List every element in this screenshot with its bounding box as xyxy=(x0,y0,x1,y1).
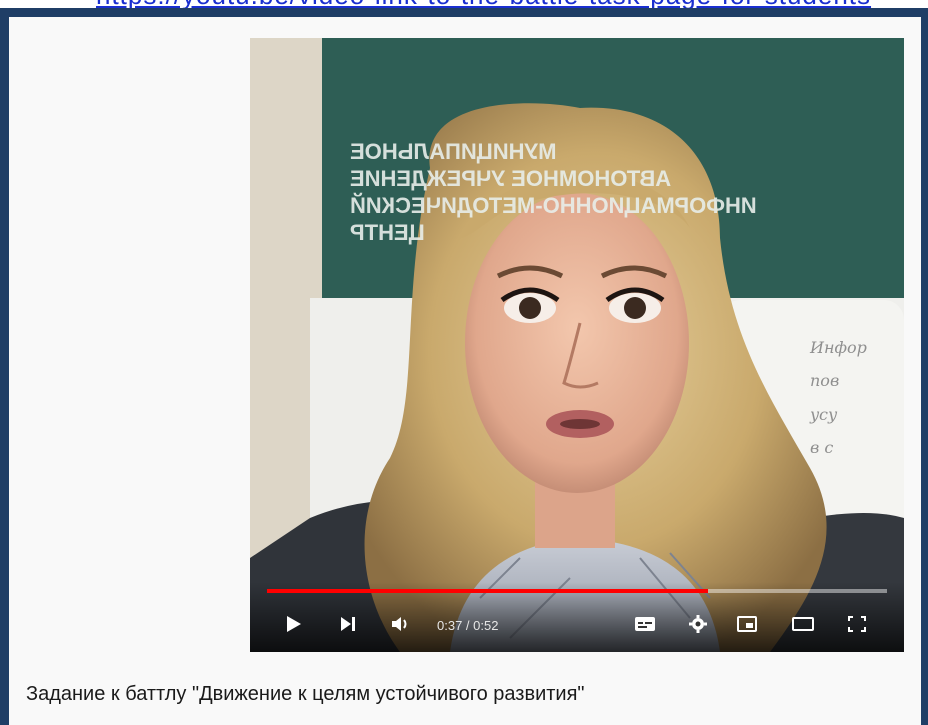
volume-icon xyxy=(392,617,407,631)
settings-button[interactable] xyxy=(685,610,711,638)
next-icon xyxy=(341,617,355,631)
miniplayer-icon xyxy=(737,616,757,632)
theater-icon xyxy=(792,617,814,631)
banner-line: МУНИЦИПАЛЬНОЕ xyxy=(350,139,557,164)
fullscreen-button[interactable] xyxy=(844,610,870,638)
play-icon xyxy=(287,616,301,632)
time-separator: / xyxy=(462,618,474,633)
svg-text:ycy: ycy xyxy=(809,405,838,424)
video-player[interactable]: Инфор пов ycy в с МУНИЦИПАЛЬНОЕ АВТОНОМН… xyxy=(250,38,904,652)
svg-text:в с: в с xyxy=(810,438,833,457)
video-url-link[interactable]: https://youtu.be/video-link-to-the-battl… xyxy=(96,0,928,8)
next-button[interactable] xyxy=(336,610,360,638)
banner-line: ЦЕНТР xyxy=(350,220,425,245)
settings-icon xyxy=(689,615,707,633)
time-current: 0:37 xyxy=(437,618,463,633)
video-caption: Задание к баттлу "Движение к целям устой… xyxy=(26,683,585,705)
svg-text:пов: пов xyxy=(810,371,839,390)
miniplayer-button[interactable] xyxy=(734,610,760,638)
time-display: 0:37 / 0:52 xyxy=(437,618,498,633)
fullscreen-icon xyxy=(848,616,866,632)
svg-text:Инфор: Инфор xyxy=(809,338,867,357)
progress-fill xyxy=(267,589,709,593)
subtitles-button[interactable] xyxy=(632,610,658,638)
banner-line: АВТОНОМНОЕ УЧРЕЖДЕНИЕ xyxy=(350,166,672,191)
background-banner-text: МУНИЦИПАЛЬНОЕ АВТОНОМНОЕ УЧРЕЖДЕНИЕ ИНФО… xyxy=(350,138,904,278)
video-frame: Инфор пов ycy в с xyxy=(250,38,904,652)
time-total: 0:52 xyxy=(473,618,499,633)
volume-button[interactable] xyxy=(388,610,412,638)
banner-line: ИНФОРМАЦИОННО-МЕТОДИЧЕСКИЙ xyxy=(350,193,757,218)
progress-bar[interactable] xyxy=(267,589,887,593)
subtitles-icon xyxy=(635,617,655,631)
play-button[interactable] xyxy=(282,610,306,638)
theater-button[interactable] xyxy=(790,610,816,638)
